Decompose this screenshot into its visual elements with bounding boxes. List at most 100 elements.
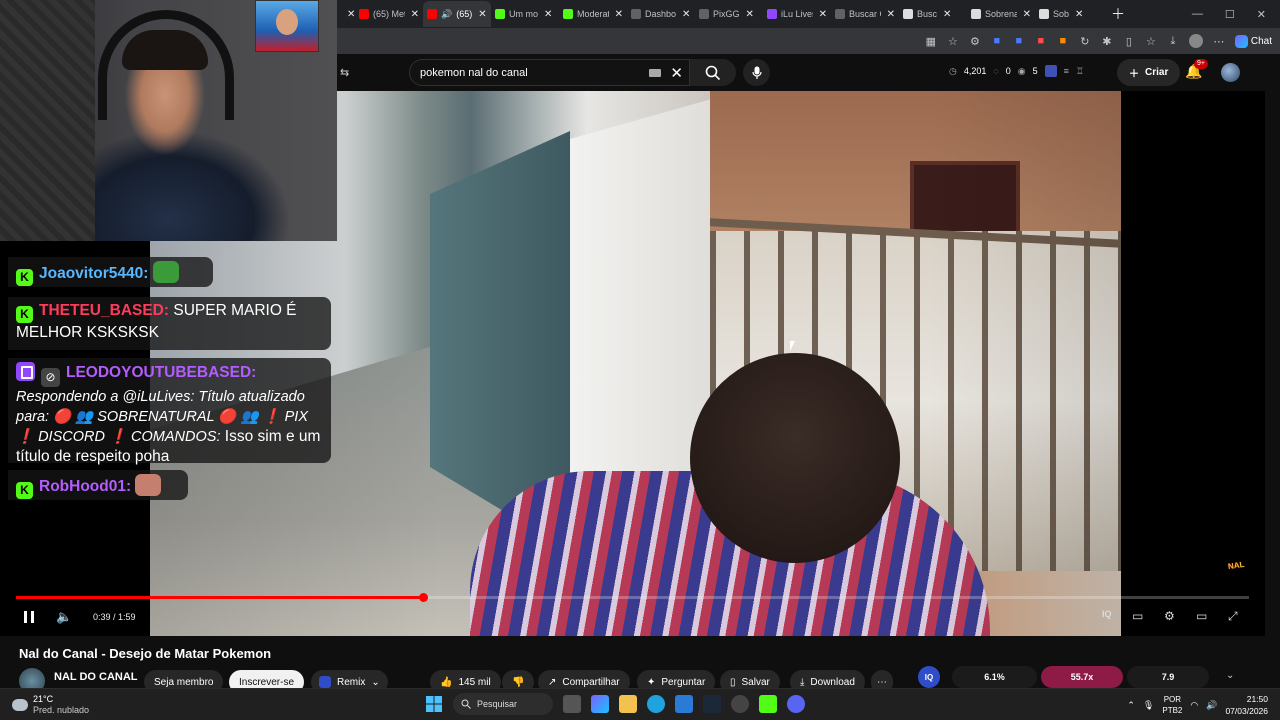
tab-label: (65) Met xyxy=(373,9,405,19)
settings-icon[interactable]: ⚙ xyxy=(1164,609,1175,623)
tab-close-icon[interactable]: ✕ xyxy=(1023,9,1031,20)
tab-close-icon[interactable]: ✕ xyxy=(478,9,486,20)
search-button[interactable] xyxy=(690,59,736,86)
fullscreen-icon[interactable]: ⤢ xyxy=(1228,609,1238,624)
chat-username: LEODOYOUTUBEBASED: xyxy=(66,364,257,381)
copilot-chat-button[interactable]: Chat xyxy=(1234,34,1272,48)
task-view-icon[interactable] xyxy=(563,695,581,713)
tab-close-icon[interactable]: ✕ xyxy=(347,9,355,20)
trophy-icon[interactable]: ♖ xyxy=(1076,66,1084,77)
chrome-icon[interactable] xyxy=(731,695,749,713)
refresh-icon[interactable]: ↻ xyxy=(1079,35,1091,48)
more-icon[interactable]: ⋯ xyxy=(1213,35,1225,48)
bookmark-icon: ▯ xyxy=(730,676,736,688)
tab-close-icon[interactable]: ✕ xyxy=(1075,9,1083,20)
copilot-icon[interactable] xyxy=(591,695,609,713)
iq-icon[interactable]: IQ xyxy=(1102,609,1112,619)
extensions-icon[interactable]: ✱ xyxy=(1101,35,1113,48)
clear-search-icon[interactable]: ✕ xyxy=(670,64,683,82)
file-explorer-icon[interactable] xyxy=(619,695,637,713)
video-title: Nal do Canal - Desejo de Matar Pokemon xyxy=(19,646,272,661)
browser-tab[interactable]: Moderat ✕ xyxy=(559,1,627,27)
profile-avatar[interactable] xyxy=(1188,34,1203,48)
taskbar-search[interactable]: Pesquisar xyxy=(453,693,553,715)
browser-tab[interactable]: Busc ✕ xyxy=(899,1,967,27)
minimize-icon[interactable]: — xyxy=(1192,8,1203,21)
kick-app-icon[interactable] xyxy=(759,695,777,713)
notifications-button[interactable]: 🔔 9+ xyxy=(1185,59,1208,81)
tab-close-icon[interactable]: ✕ xyxy=(819,9,827,20)
iq-badge[interactable]: IQ xyxy=(918,666,940,688)
cloud-icon xyxy=(12,699,28,711)
close-window-icon[interactable]: ✕ xyxy=(1257,8,1266,21)
translate-icon[interactable]: ■ xyxy=(1013,35,1025,47)
grid-icon[interactable]: ▦ xyxy=(925,35,937,48)
download-label: Download xyxy=(810,676,855,688)
tab-close-icon[interactable]: ✕ xyxy=(887,9,895,20)
tab-close-icon[interactable]: ✕ xyxy=(943,9,951,20)
progress-scrubber[interactable] xyxy=(418,593,428,602)
store-icon[interactable] xyxy=(675,695,693,713)
speaker-icon[interactable]: 🔊 xyxy=(1206,700,1217,711)
extension-icon[interactable]: ⚙ xyxy=(969,35,981,48)
keyboard-icon[interactable] xyxy=(649,69,661,77)
tab-favicon-icon xyxy=(1039,9,1049,19)
tab-close-icon[interactable]: ✕ xyxy=(544,9,552,20)
tab-close-icon[interactable]: ✕ xyxy=(746,9,754,20)
browser-tab[interactable]: Dashbo ✕ xyxy=(627,1,695,27)
list-icon[interactable]: ≡ xyxy=(1064,66,1069,76)
browser-tab[interactable]: (65) Met ✕ xyxy=(355,1,423,27)
browser-tab[interactable]: Buscar C ✕ xyxy=(831,1,899,27)
like-count: 145 mil xyxy=(458,676,491,688)
wifi-icon[interactable]: ◠ xyxy=(1190,700,1198,711)
browser-tab[interactable]: iLu Lives ✕ xyxy=(763,1,831,27)
download-icon[interactable]: ⤓ xyxy=(1167,35,1179,47)
weather-widget[interactable]: 21°C Pred. nublado xyxy=(12,694,89,716)
chevron-down-icon[interactable]: ⌄ xyxy=(1226,670,1234,681)
shield-icon[interactable]: ■ xyxy=(991,35,1003,47)
edge-icon[interactable] xyxy=(647,695,665,713)
chevron-up-icon[interactable]: ⌃ xyxy=(1127,700,1135,711)
favorites-icon[interactable]: ☆ xyxy=(1145,35,1157,48)
browser-tab[interactable]: Sob ✕ xyxy=(1035,1,1103,27)
tab-audio-icon[interactable]: 🔊 xyxy=(441,9,452,20)
iq-extension-icon[interactable] xyxy=(1044,65,1057,77)
browser-tab[interactable]: Sobrena ✕ xyxy=(967,1,1035,27)
input-language[interactable]: POR PTB2 xyxy=(1162,694,1182,716)
extension-stats: ◷ 4,201 ◌ 0 ◉ 5 ≡ ♖ xyxy=(949,65,1084,77)
picture-in-picture-thumbnail xyxy=(255,0,319,52)
progress-bar[interactable] xyxy=(16,593,1249,602)
notification-badge: 9+ xyxy=(1194,59,1208,69)
weather-temp: 21°C xyxy=(33,694,54,704)
channel-watermark: NAL xyxy=(1227,559,1245,572)
channel-name[interactable]: NAL DO CANAL xyxy=(54,671,138,683)
voice-search-button[interactable] xyxy=(743,59,770,86)
create-button[interactable]: ＋ Criar xyxy=(1117,59,1181,86)
pinned-extension-icon[interactable]: ■ xyxy=(1057,35,1069,47)
search-input[interactable]: pokemon nal do canal ✕ xyxy=(409,59,690,86)
tab-close-icon[interactable]: ✕ xyxy=(682,9,690,20)
new-tab-button[interactable]: ＋ xyxy=(1111,4,1125,24)
subtitles-icon[interactable]: ▭ xyxy=(1132,609,1143,623)
windows-start-icon[interactable] xyxy=(425,695,443,713)
browser-tab[interactable]: ✕ xyxy=(337,1,355,27)
pause-button[interactable] xyxy=(24,611,34,623)
system-clock[interactable]: 21:50 07/03/2026 xyxy=(1225,693,1268,717)
microphone-icon[interactable]: 🎙 xyxy=(1143,700,1154,711)
tab-close-icon[interactable]: ✕ xyxy=(411,9,419,20)
star-icon[interactable]: ☆ xyxy=(947,35,959,48)
tab-close-icon[interactable]: ✕ xyxy=(615,9,623,20)
split-icon[interactable]: ▯ xyxy=(1123,35,1135,48)
maximize-icon[interactable]: ☐ xyxy=(1225,8,1235,21)
discord-icon[interactable] xyxy=(787,695,805,713)
steam-icon[interactable] xyxy=(703,695,721,713)
user-avatar[interactable] xyxy=(1221,63,1240,82)
browser-tab[interactable]: 🔊 (65) ✕ xyxy=(423,1,491,27)
theater-mode-icon[interactable]: ▭ xyxy=(1196,609,1207,623)
volume-icon[interactable]: 🔈 xyxy=(56,609,72,625)
browser-tab[interactable]: Um mo ✕ xyxy=(491,1,559,27)
filter-icon[interactable]: ⇆ xyxy=(340,66,354,79)
browser-tab[interactable]: PixGG ✕ xyxy=(695,1,763,27)
record-icon[interactable]: ■ xyxy=(1035,35,1047,47)
weather-condition: Pred. nublado xyxy=(33,705,90,715)
